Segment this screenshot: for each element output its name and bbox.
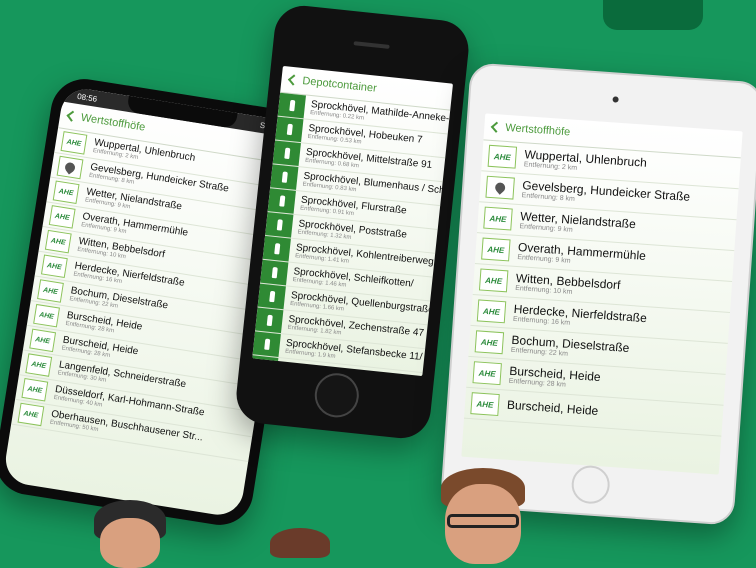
home-button[interactable]	[570, 464, 611, 505]
ahe-logo-icon: AHE	[44, 229, 72, 254]
list-item-text: Witten, Bebbelsdorf Entfernung: 10 km	[515, 271, 621, 300]
chevron-left-icon	[490, 121, 503, 133]
home-button[interactable]	[312, 371, 361, 420]
ahe-logo-icon: AHE	[48, 205, 76, 229]
bottle-icon	[277, 92, 306, 119]
ahe-logo-icon: AHE	[33, 303, 60, 328]
iphone-screen: Depotcontainer Sprockhövel, Mathilde-Ann…	[252, 65, 454, 377]
person-middle	[270, 528, 330, 558]
ahe-logo-icon: AHE	[21, 377, 49, 402]
ahe-logo-icon: AHE	[52, 180, 80, 204]
ahe-logo-icon: AHE	[40, 254, 68, 279]
ahe-logo-icon: AHE	[481, 237, 511, 262]
bottle-icon	[252, 355, 279, 377]
list-item-text: Herdecke, Nierfeldstraße Entfernung: 16 k…	[513, 301, 648, 332]
nav-title: Wertstoffhöfe	[80, 111, 147, 134]
ahe-logo-icon: AHE	[60, 131, 88, 155]
bottle-icon	[272, 140, 301, 167]
ahe-logo-icon: AHE	[17, 402, 45, 427]
list-item-text: Wuppertal, Uhlenbruch Entfernung: 2 km	[524, 147, 648, 177]
ahe-logo-icon: AHE	[478, 268, 509, 293]
corner-tab	[603, 0, 703, 30]
iphone-device: Depotcontainer Sprockhövel, Mathilde-Ann…	[233, 2, 472, 442]
bottle-icon	[262, 235, 291, 262]
glasses-icon	[447, 514, 519, 528]
ahe-logo-icon: AHE	[474, 330, 505, 355]
ipad-device: Wertstoffhöfe AHE Wuppertal, Uhlenbruch En…	[439, 62, 756, 526]
person-right	[435, 468, 530, 564]
list-item-text: Bochum, Dieselstraße Entfernung: 22 km	[511, 332, 630, 362]
person-left	[90, 500, 170, 568]
bottle-icon	[257, 283, 286, 310]
speaker	[352, 41, 390, 49]
chevron-left-icon	[287, 74, 300, 86]
ahe-logo-icon: AHE	[470, 392, 500, 417]
status-time: 08:56	[76, 91, 98, 104]
container-list: Sprockhövel, Mathilde-Anneke-S... Entfern…	[252, 92, 453, 377]
map-pin-icon	[56, 155, 84, 180]
nav-title: Depotcontainer	[301, 75, 378, 95]
chevron-left-icon	[66, 110, 78, 122]
list-item-text: Burscheid, Heide Entfernung: 28 km	[508, 363, 601, 391]
list-item-text: Burscheid, Heide	[506, 398, 599, 419]
ipad-screen: Wertstoffhöfe AHE Wuppertal, Uhlenbruch En…	[461, 113, 743, 475]
bottle-icon	[252, 331, 281, 358]
ahe-logo-icon: AHE	[37, 279, 64, 303]
bottle-icon	[260, 259, 289, 286]
bottle-icon	[275, 116, 304, 143]
list-item-title: Burscheid, Heide	[506, 398, 599, 419]
bottle-icon	[267, 188, 296, 214]
camera	[612, 96, 619, 103]
ahe-logo-icon: AHE	[29, 328, 57, 353]
bottle-icon	[270, 164, 299, 190]
nav-title: Wertstoffhöfe	[504, 121, 571, 139]
ahe-logo-icon: AHE	[25, 353, 53, 377]
map-pin-icon	[485, 175, 515, 200]
ahe-logo-icon: AHE	[472, 361, 502, 386]
bottle-icon	[265, 212, 294, 238]
list-item-text: Wetter, Nielandstraße Entfernung: 9 km	[519, 209, 636, 239]
bottle-icon	[255, 307, 284, 334]
ahe-logo-icon: AHE	[487, 144, 518, 169]
location-list: AHE Wuppertal, Uhlenbruch Entfernung: 2 km…	[463, 140, 741, 437]
list-item-text: Overath, Hammermühle Entfernung: 9 km	[517, 240, 646, 271]
ahe-logo-icon: AHE	[476, 299, 507, 324]
ahe-logo-icon: AHE	[483, 206, 513, 231]
